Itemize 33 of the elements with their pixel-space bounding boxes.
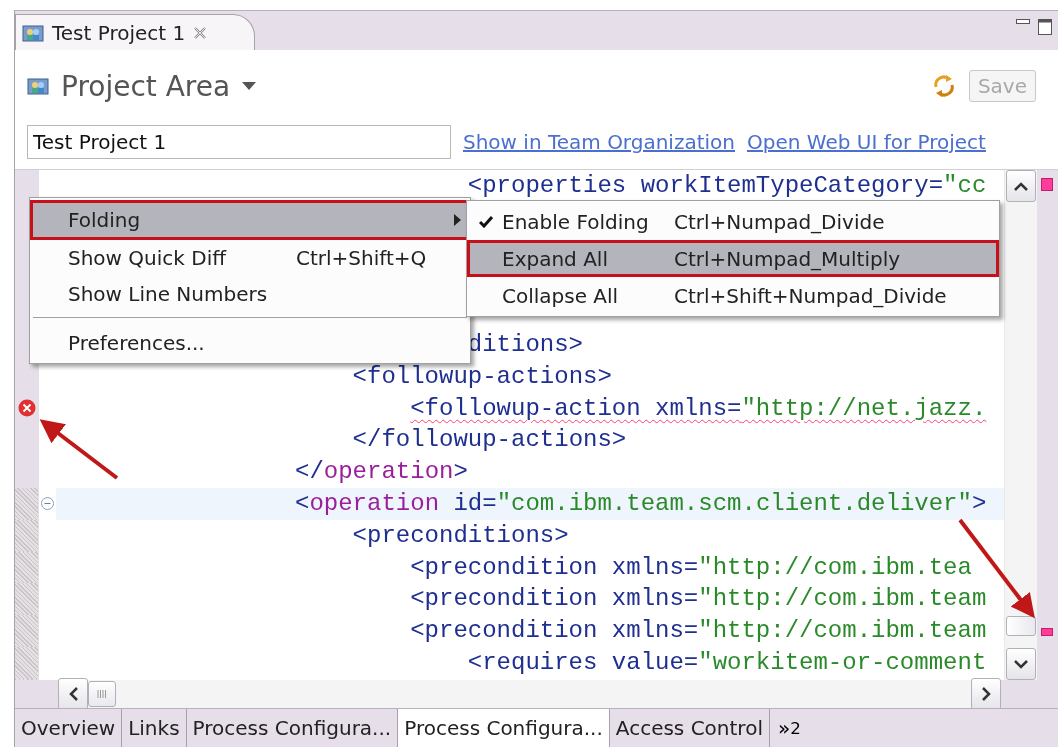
menu-item[interactable]: Show Line Numbers (30, 276, 470, 312)
grip-icon (97, 689, 107, 699)
up-icon (1014, 181, 1028, 191)
left-icon (68, 687, 78, 701)
horizontal-scrollbar[interactable] (58, 680, 1001, 708)
collapse-icon[interactable] (41, 497, 54, 511)
vertical-scrollbar[interactable] (1004, 170, 1037, 680)
menu-item[interactable]: Enable Folding Ctrl+Numpad_Divide (467, 203, 999, 240)
scroll-thumb[interactable] (1006, 616, 1036, 636)
editor-tab[interactable]: Test Project 1 (15, 14, 255, 50)
error-marker[interactable] (1041, 628, 1053, 636)
page-title: Project Area (61, 69, 231, 103)
project-name-field[interactable]: Test Project 1 (27, 125, 451, 159)
scroll-thumb[interactable] (88, 681, 116, 707)
scroll-right-button[interactable] (971, 678, 1001, 710)
scroll-up-button[interactable] (1006, 170, 1036, 202)
menu-item[interactable]: Show Quick Diff Ctrl+Shift+Q (30, 240, 470, 276)
caret-icon[interactable] (242, 82, 257, 90)
people-icon (27, 76, 49, 96)
link[interactable]: Open Web UI for Project (747, 130, 986, 154)
page-tab[interactable]: Process Configura... (398, 709, 610, 747)
close-icon[interactable] (193, 25, 208, 40)
scroll-down-button[interactable] (1006, 648, 1036, 680)
maximize-icon[interactable] (1038, 19, 1052, 35)
minimize-icon[interactable] (1016, 19, 1030, 27)
link[interactable]: Show in Team Organization (463, 130, 735, 154)
right-icon (981, 687, 991, 701)
menu-item[interactable]: Expand All Ctrl+Numpad_Multiply (467, 240, 999, 277)
scroll-left-button[interactable] (58, 678, 88, 710)
error-marker[interactable] (1041, 178, 1053, 191)
people-icon (22, 22, 44, 43)
down-icon (1014, 659, 1028, 669)
menu-item[interactable]: Collapse All Ctrl+Shift+Numpad_Divide (467, 277, 999, 314)
